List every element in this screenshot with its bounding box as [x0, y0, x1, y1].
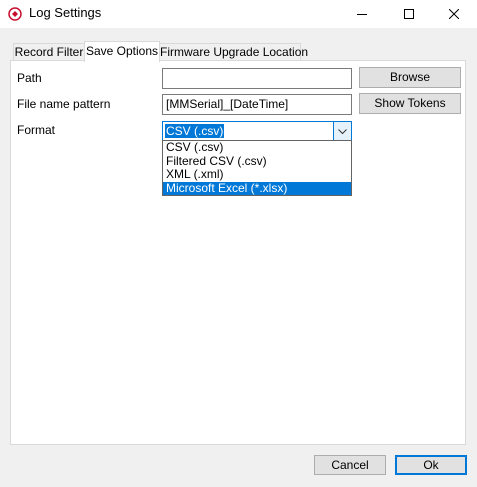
window-title: Log Settings	[29, 5, 102, 20]
app-logo-icon	[8, 7, 22, 21]
maximize-icon	[404, 9, 414, 19]
cancel-button[interactable]: Cancel	[314, 455, 386, 475]
format-label: Format	[17, 123, 56, 137]
save-options-panel	[10, 60, 466, 445]
path-label: Path	[17, 71, 42, 85]
tab-firmware-upgrade-location[interactable]: Firmware Upgrade Location	[159, 43, 308, 61]
file-name-pattern-label: File name pattern	[17, 97, 111, 111]
format-option-xml[interactable]: XML (.xml)	[163, 167, 351, 182]
tab-label: Save Options	[85, 44, 159, 58]
close-icon	[449, 9, 459, 19]
path-input[interactable]	[162, 68, 352, 89]
browse-button[interactable]: Browse	[359, 67, 461, 88]
tab-label: Firmware Upgrade Location	[160, 45, 309, 59]
title-bar: Log Settings	[0, 0, 477, 28]
format-select[interactable]: CSV (.csv)	[162, 121, 352, 141]
show-tokens-button[interactable]: Show Tokens	[359, 93, 461, 114]
format-selected-value: CSV (.csv)	[165, 124, 225, 138]
minimize-button[interactable]	[339, 0, 385, 28]
format-option-excel[interactable]: Microsoft Excel (*.xlsx)	[163, 181, 351, 195]
close-button[interactable]	[431, 0, 477, 28]
ok-button[interactable]: Ok	[395, 455, 467, 475]
tab-label: Record Filter	[14, 45, 84, 59]
dropdown-toggle[interactable]	[333, 122, 351, 140]
format-option-csv[interactable]: CSV (.csv)	[163, 140, 351, 155]
maximize-button[interactable]	[386, 0, 432, 28]
file-name-pattern-input[interactable]: [MMSerial]_[DateTime]	[162, 94, 352, 115]
format-option-filtered-csv[interactable]: Filtered CSV (.csv)	[163, 154, 351, 169]
tab-save-options[interactable]: Save Options	[84, 41, 160, 62]
minimize-icon	[357, 9, 367, 19]
format-dropdown-list: CSV (.csv) Filtered CSV (.csv) XML (.xml…	[162, 140, 352, 196]
chevron-down-icon	[338, 124, 347, 138]
tab-record-filter[interactable]: Record Filter	[13, 43, 85, 61]
